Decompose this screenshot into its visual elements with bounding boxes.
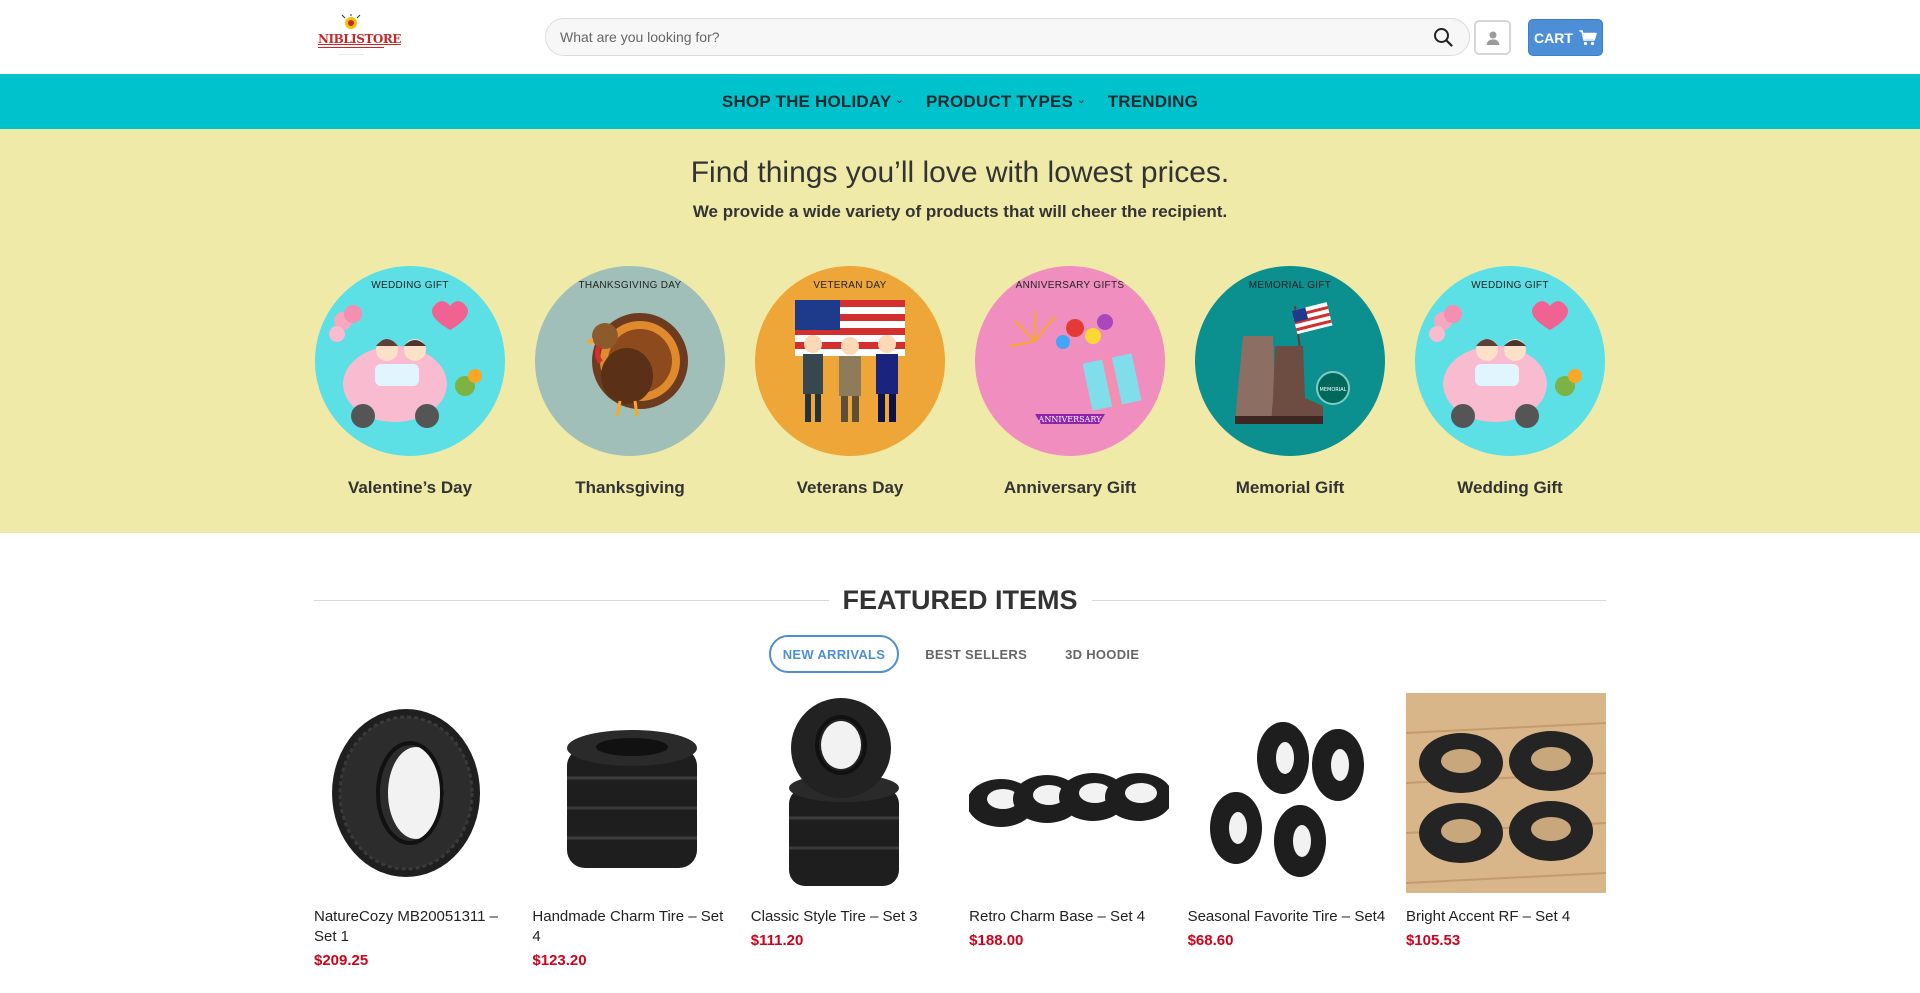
category-image: WEDDING GIFT [1415, 266, 1605, 456]
nav-item-product-types[interactable]: PRODUCT TYPES ⌄ [922, 92, 1090, 112]
product-image[interactable] [751, 693, 951, 893]
category-image: ANNIVERSARY GIFTS ANNIVERSARY [975, 266, 1165, 456]
category-label: Valentine’s Day [347, 478, 473, 497]
search-input[interactable] [560, 29, 1431, 45]
search-bar [545, 18, 1470, 56]
product-card[interactable]: NatureCozy MB20051311 – Set 1 $209.25 [314, 693, 514, 969]
product-name[interactable]: NatureCozy MB20051311 – Set 1 [314, 907, 514, 947]
product-price: $209.25 [314, 952, 369, 969]
category-label: Veterans Day [796, 478, 904, 497]
tab-best-sellers[interactable]: BEST SELLERS [913, 635, 1039, 673]
featured-tabs: NEW ARRIVALS BEST SELLERS 3D HOODIE [0, 635, 1920, 673]
svg-text:MEMORIAL: MEMORIAL [1320, 387, 1347, 393]
category-image: MEMORIAL GIFT MEMORIAL [1195, 266, 1385, 456]
tab-3d-hoodie[interactable]: 3D HOODIE [1053, 635, 1151, 673]
category-label: Memorial Gift [1235, 478, 1345, 497]
nav-item-shop-the-holiday[interactable]: SHOP THE HOLIDAY ⌄ [718, 92, 908, 112]
category-wedding-gift[interactable]: WEDDING GIFT Wedding Gift [1414, 266, 1606, 498]
product-price: $105.53 [1405, 932, 1461, 949]
category-valentines-day[interactable]: WEDDING GIFT Valentine’s Day [314, 266, 506, 498]
category-memorial-gift[interactable]: MEMORIAL GIFT MEMORIAL Memorial Gift [1194, 266, 1386, 498]
product-grid: NatureCozy MB20051311 – Set 1 $209.25 Ha… [314, 693, 1606, 969]
featured-section: FEATURED ITEMS NEW ARRIVALS BEST SELLERS… [0, 533, 1920, 993]
category-image: WEDDING GIFT [315, 266, 505, 456]
svg-text:ANNIVERSARY: ANNIVERSARY [1038, 415, 1103, 424]
featured-title-wrap: FEATURED ITEMS [314, 585, 1606, 616]
logo-text: NIBLISTORE [318, 32, 401, 46]
tab-new-arrivals[interactable]: NEW ARRIVALS [768, 635, 900, 673]
product-card[interactable]: Classic Style Tire – Set 3 $111.20 [751, 693, 951, 969]
product-card[interactable]: Retro Charm Base – Set 4 $188.00 [969, 693, 1170, 969]
product-image[interactable] [532, 693, 732, 893]
product-image[interactable] [314, 693, 514, 893]
hero-title: Find things you’ll love with lowest pric… [690, 156, 1230, 189]
product-price: $188.00 [969, 932, 1024, 949]
nav-item-label: TRENDING [1107, 91, 1199, 111]
category-list: WEDDING GIFT Valentine’s Day THANKSGIVIN… [314, 266, 1606, 498]
product-name[interactable]: Bright Accent RF – Set 4 [1406, 907, 1606, 927]
category-label: Thanksgiving [575, 478, 685, 497]
svg-text:~~~~~~~~~~: ~~~~~~~~~~ [338, 52, 364, 56]
search-icon[interactable] [1431, 25, 1455, 49]
product-card[interactable]: Seasonal Favorite Tire – Set4 $68.60 [1188, 693, 1388, 969]
nav-item-label: PRODUCT TYPES [925, 91, 1074, 111]
user-icon [1486, 31, 1499, 45]
site-logo[interactable]: ~~~~~~~~~~ NIBLISTORE [314, 13, 401, 58]
category-image: VETERAN DAY [755, 266, 945, 456]
cart-label: CART [1534, 29, 1573, 46]
product-card[interactable]: Handmade Charm Tire – Set 4 $123.20 [532, 693, 732, 969]
cart-icon [1579, 29, 1597, 45]
category-thanksgiving[interactable]: THANKSGIVING DAY Thanksgiving [534, 266, 726, 498]
nav-item-label: SHOP THE HOLIDAY [721, 91, 892, 111]
featured-heading: FEATURED ITEMS [314, 585, 1606, 615]
featured-title: FEATURED ITEMS [828, 585, 1092, 615]
category-label: Anniversary Gift [1003, 478, 1137, 497]
product-name[interactable]: Handmade Charm Tire – Set 4 [532, 907, 732, 947]
cart-button[interactable]: CART [1528, 19, 1603, 56]
account-button[interactable] [1474, 20, 1511, 55]
category-anniversary-gift[interactable]: ANNIVERSARY GIFTS ANNIVERSARY Anniversar… [974, 266, 1166, 498]
product-price: $111.20 [750, 932, 804, 949]
main-nav: SHOP THE HOLIDAY ⌄ PRODUCT TYPES ⌄ TREND… [0, 74, 1920, 129]
product-price: $123.20 [532, 952, 587, 969]
product-name[interactable]: Classic Style Tire – Set 3 [751, 907, 951, 927]
category-veterans-day[interactable]: VETERAN DAY Veterans Day [754, 266, 946, 498]
product-price: $68.60 [1187, 932, 1234, 949]
hero-subtitle: We provide a wide variety of products th… [692, 202, 1228, 221]
category-label: Wedding Gift [1457, 478, 1563, 497]
product-image[interactable] [1188, 693, 1388, 893]
product-card[interactable]: Bright Accent RF – Set 4 $105.53 [1405, 693, 1606, 969]
product-image[interactable] [969, 693, 1170, 893]
hero-banner: Find things you’ll love with lowest pric… [0, 129, 1920, 533]
product-image[interactable] [1405, 693, 1606, 893]
product-name[interactable]: Seasonal Favorite Tire – Set4 [1188, 907, 1388, 927]
category-image: THANKSGIVING DAY [535, 266, 725, 456]
site-header: ~~~~~~~~~~ NIBLISTORE CART [0, 0, 1920, 74]
chevron-down-icon: ⌄ [895, 95, 904, 106]
product-name[interactable]: Retro Charm Base – Set 4 [969, 907, 1169, 927]
chevron-down-icon: ⌄ [1077, 95, 1086, 106]
nav-item-trending[interactable]: TRENDING [1104, 92, 1202, 112]
